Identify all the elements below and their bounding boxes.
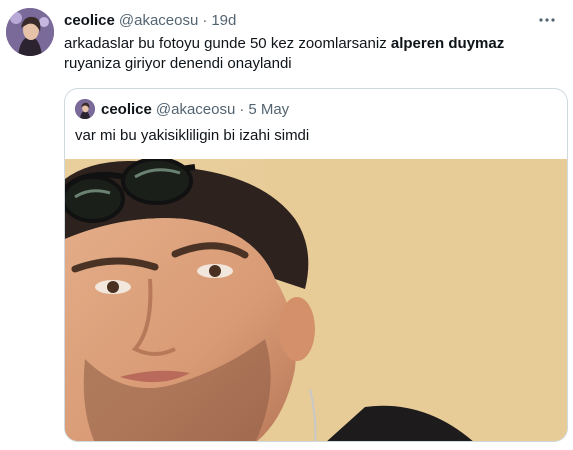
tweet[interactable]: ceolice @akaceosu · 19d arkadaslar bu fo… [0, 0, 573, 450]
quoted-photo[interactable] [65, 157, 567, 441]
selfie-photo [65, 157, 567, 441]
author-handle[interactable]: @akaceosu [119, 12, 198, 29]
quoted-author-name: ceolice [101, 100, 152, 118]
quoted-tweet[interactable]: ceolice @akaceosu · 5 May var mi bu yaki… [64, 88, 568, 442]
tweet-text-bold: alperen duymaz [390, 35, 505, 52]
author-name[interactable]: ceolice [64, 12, 115, 29]
avatar-image [6, 8, 54, 56]
tweet-text: arkadaslar bu fotoyu gunde 50 kez zoomla… [64, 34, 544, 74]
more-horizontal-icon [539, 18, 555, 22]
tweet-text-before: arkadaslar bu fotoyu gunde 50 kez zoomla… [64, 35, 391, 52]
quoted-tweet-header: ceolice @akaceosu · 5 May [75, 99, 289, 119]
separator: · [202, 11, 208, 29]
quoted-author-handle: @akaceosu [155, 100, 236, 118]
quoted-tweet-time: 5 May [248, 100, 290, 118]
more-button[interactable] [537, 10, 557, 30]
quoted-avatar [75, 99, 95, 119]
avatar[interactable] [6, 8, 54, 56]
quoted-avatar-image [75, 99, 95, 119]
tweet-header: ceolice @akaceosu · 19d [64, 10, 563, 30]
quoted-separator: · [239, 100, 245, 118]
tweet-time[interactable]: 19d [211, 12, 236, 29]
quoted-tweet-text: var mi bu yakisikliligin bi izahi simdi [75, 127, 310, 144]
tweet-text-after: ruyaniza giriyor denendi onaylandi [64, 55, 292, 72]
